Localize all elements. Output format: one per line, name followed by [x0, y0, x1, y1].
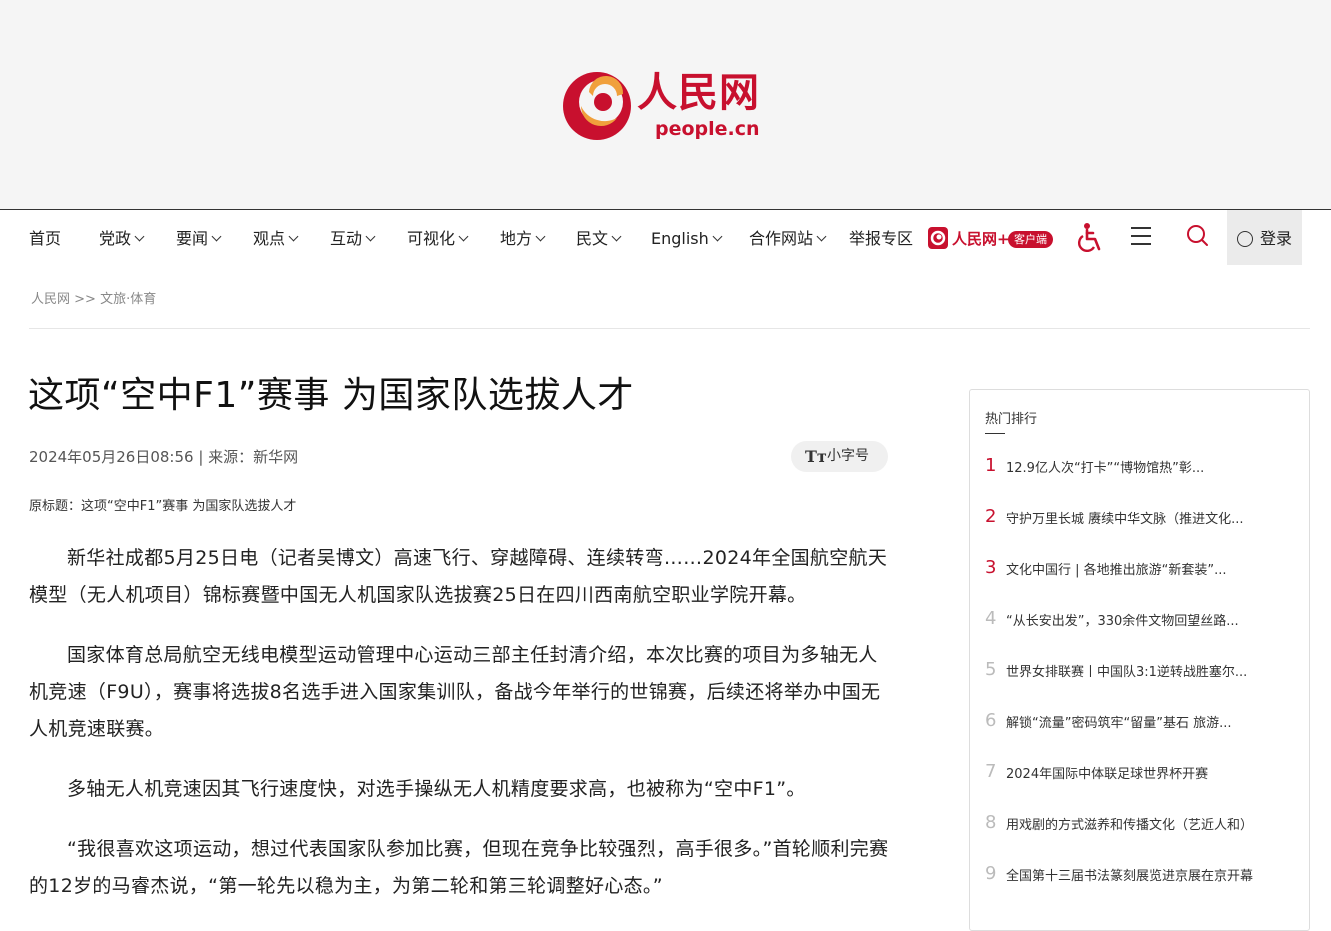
ranking-item[interactable]: 1 12.9亿人次“打卡”“博物馆热”彰...: [985, 455, 1300, 479]
nav-item-news[interactable]: 要闻: [176, 210, 222, 265]
nav-item-partners[interactable]: 合作网站: [749, 210, 827, 265]
chevron-down-icon: [458, 231, 469, 242]
app-badge: 客户端: [1008, 231, 1053, 248]
font-size-icon: Tт: [805, 447, 827, 466]
ranking-text: 文化中国行 | 各地推出旅游“新套装”...: [1006, 563, 1227, 578]
nav-item-home[interactable]: 首页: [29, 210, 61, 265]
ranking-number: 2: [985, 506, 997, 527]
chevron-down-icon: [611, 231, 622, 242]
breadcrumb: 人民网 >> 文旅·体育: [31, 288, 156, 307]
chevron-down-icon: [211, 231, 222, 242]
ranking-number: 7: [985, 761, 997, 782]
article-paragraph: 国家体育总局航空无线电模型运动管理中心运动三部主任封清介绍，本次比赛的项目为多轴…: [29, 644, 881, 740]
hot-ranking-panel: 热门排行 1 12.9亿人次“打卡”“博物馆热”彰... 2 守护万里长城 赓续…: [969, 389, 1310, 931]
ranking-text: 全国第十三届书法篆刻展览进京展在京开幕: [1006, 869, 1254, 884]
nav-item-party[interactable]: 党政: [99, 210, 145, 265]
ranking-item[interactable]: 2 守护万里长城 赓续中华文脉（推进文化...: [985, 506, 1300, 530]
hot-ranking-underline: [985, 433, 1005, 434]
ranking-text: 12.9亿人次“打卡”“博物馆热”彰...: [1006, 461, 1205, 476]
logo-text-cn: 人民网: [637, 69, 760, 116]
nav-item-visual[interactable]: 可视化: [407, 210, 469, 265]
ranking-item[interactable]: 6 解锁“流量”密码筑牢“留量”基石 旅游...: [985, 710, 1300, 734]
chevron-down-icon: [816, 231, 827, 242]
nav-item-report[interactable]: 举报专区: [849, 210, 913, 265]
app-name: 人民网+: [952, 230, 1010, 248]
article-title: 这项“空中F1”赛事 为国家队选拔人才: [28, 375, 634, 416]
chevron-down-icon: [134, 231, 145, 242]
ranking-text: “从长安出发”，330余件文物回望丝路...: [1006, 614, 1239, 629]
ranking-item[interactable]: 7 2024年国际中体联足球世界杯开赛: [985, 761, 1300, 785]
ranking-number: 3: [985, 557, 997, 578]
ranking-text: 解锁“流量”密码筑牢“留量”基石 旅游...: [1006, 716, 1232, 731]
article-paragraph: 多轴无人机竞速因其飞行速度快，对选手操纵无人机精度要求高，也被称为“空中F1”。: [67, 778, 806, 800]
hot-ranking-title: 热门排行: [985, 412, 1038, 427]
ranking-item[interactable]: 5 世界女排联赛丨中国队3:1逆转战胜塞尔...: [985, 659, 1300, 683]
breadcrumb-home[interactable]: 人民网: [31, 292, 70, 307]
login-button[interactable]: 登录: [1227, 210, 1302, 265]
people-logo-emblem-icon: [563, 72, 631, 140]
font-size-button[interactable]: Tт 小字号: [791, 441, 888, 472]
breadcrumb-section[interactable]: 文旅·体育: [100, 292, 156, 307]
ranking-number: 6: [985, 710, 997, 731]
chevron-down-icon: [288, 231, 299, 242]
nav-item-ethnic[interactable]: 民文: [576, 210, 622, 265]
ranking-text: 守护万里长城 赓续中华文脉（推进文化...: [1006, 512, 1244, 527]
chevron-down-icon: [365, 231, 376, 242]
article-paragraph: 新华社成都5月25日电（记者吴博文）高速飞行、穿越障碍、连续转弯……2024年全…: [29, 547, 888, 606]
menu-icon[interactable]: [1128, 222, 1158, 252]
nav-item-opinion[interactable]: 观点: [253, 210, 299, 265]
login-label: 登录: [1260, 229, 1293, 248]
divider: [29, 328, 1310, 329]
original-title: 原标题：这项“空中F1”赛事 为国家队选拔人才: [29, 499, 297, 514]
accessibility-icon[interactable]: [1075, 222, 1105, 252]
ranking-text: 2024年国际中体联足球世界杯开赛: [1006, 767, 1209, 782]
app-logo-icon: [928, 227, 948, 249]
ranking-item[interactable]: 4 “从长安出发”，330余件文物回望丝路...: [985, 608, 1300, 632]
site-header: 人民网 people.cn: [0, 0, 1331, 210]
ranking-text: 世界女排联赛丨中国队3:1逆转战胜塞尔...: [1006, 665, 1248, 680]
user-icon: [1237, 231, 1253, 247]
font-size-label: 小字号: [827, 448, 869, 464]
article-body: 新华社成都5月25日电（记者吴博文）高速飞行、穿越障碍、连续转弯……2024年全…: [29, 540, 891, 928]
article-meta: 2024年05月26日08:56 | 来源：新华网: [29, 448, 299, 466]
search-icon[interactable]: [1184, 222, 1214, 252]
ranking-item[interactable]: 3 文化中国行 | 各地推出旅游“新套装”...: [985, 557, 1300, 581]
people-logo[interactable]: 人民网 people.cn: [561, 62, 781, 150]
nav-item-local[interactable]: 地方: [500, 210, 546, 265]
ranking-number: 5: [985, 659, 997, 680]
article-paragraph: “我很喜欢这项运动，想过代表国家队参加比赛，但现在竞争比较强烈，高手很多。”首轮…: [29, 838, 889, 897]
nav-item-interact[interactable]: 互动: [330, 210, 376, 265]
logo-text-en: people.cn: [655, 118, 760, 140]
ranking-item[interactable]: 8 用戏剧的方式滋养和传播文化（艺近人和）: [985, 812, 1300, 836]
breadcrumb-separator: >>: [74, 292, 96, 307]
chevron-down-icon: [535, 231, 546, 242]
ranking-number: 8: [985, 812, 997, 833]
ranking-number: 4: [985, 608, 997, 629]
ranking-item[interactable]: 9 全国第十三届书法篆刻展览进京展在京开幕: [985, 863, 1300, 887]
ranking-number: 9: [985, 863, 997, 884]
ranking-number: 1: [985, 455, 997, 476]
chevron-down-icon: [712, 231, 723, 242]
nav-item-english[interactable]: English: [651, 210, 723, 265]
ranking-text: 用戏剧的方式滋养和传播文化（艺近人和）: [1006, 818, 1254, 833]
